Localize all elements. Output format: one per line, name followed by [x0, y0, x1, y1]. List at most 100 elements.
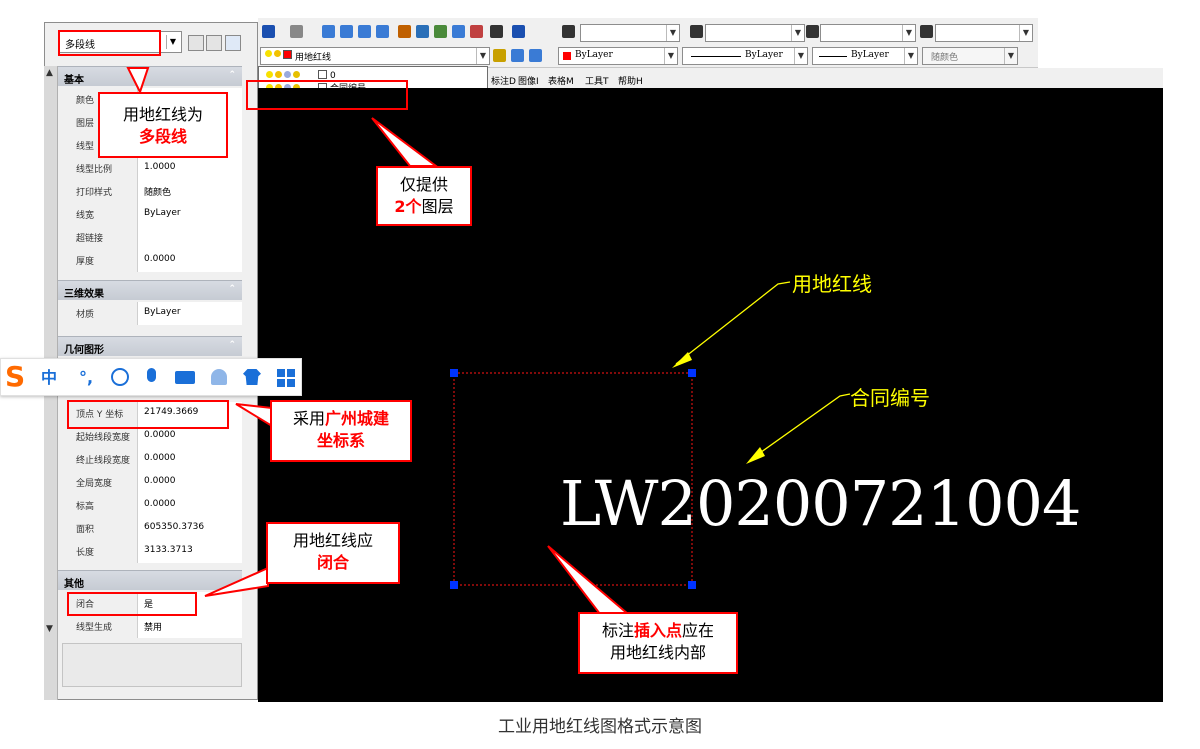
property-value[interactable]: 1.0000	[138, 157, 242, 180]
pan-icon[interactable]	[322, 25, 335, 38]
property-value[interactable]: 0.0000	[138, 448, 242, 471]
property-row[interactable]: 线型比例 1.0000	[58, 157, 242, 180]
table-style-icon[interactable]	[806, 25, 819, 38]
select-objects-button[interactable]	[206, 35, 222, 51]
zoom-previous-icon[interactable]	[376, 25, 389, 38]
layer-thaw-icon	[274, 50, 281, 57]
layer-color-swatch[interactable]	[318, 70, 327, 79]
menu-item[interactable]: 表格M	[548, 74, 574, 87]
microphone-icon[interactable]	[147, 368, 156, 382]
section-geometry-header[interactable]: 几何图形 ⌃	[58, 336, 242, 356]
property-row[interactable]: 线宽 ByLayer	[58, 203, 242, 226]
redo-icon[interactable]	[290, 25, 303, 38]
toolbox-grid-icon[interactable]	[277, 369, 295, 387]
callout-insertion-point: 标注插入点应在 用地红线内部	[578, 612, 738, 674]
section-3d-header[interactable]: 三维效果 ⌃	[58, 280, 242, 300]
callout-text-red: 2个	[394, 197, 422, 216]
callout-text: 用地红线为	[122, 105, 203, 124]
dimstyle-dropdown[interactable]: ▼	[705, 24, 805, 42]
property-row[interactable]: 线型生成 禁用	[58, 615, 242, 638]
markup-icon[interactable]	[470, 25, 483, 38]
chevron-down-icon[interactable]: ▼	[794, 48, 807, 64]
property-value[interactable]: ByLayer	[138, 302, 242, 325]
color-dropdown[interactable]: ByLayer ▼	[558, 47, 678, 65]
section-other-header[interactable]: 其他	[58, 570, 242, 590]
property-value[interactable]: 0.0000	[138, 471, 242, 494]
property-value[interactable]: 禁用	[138, 615, 242, 638]
property-row[interactable]: 面积 605350.3736	[58, 517, 242, 540]
tool-palette-icon[interactable]	[434, 25, 447, 38]
chevron-down-icon[interactable]: ▼	[476, 48, 489, 64]
help-icon[interactable]	[512, 25, 525, 38]
dim-style-icon[interactable]	[690, 25, 703, 38]
zoom-realtime-icon[interactable]	[340, 25, 353, 38]
quick-select-button[interactable]	[225, 35, 241, 51]
user-icon[interactable]	[211, 369, 227, 385]
property-value[interactable]: 随颜色	[138, 180, 242, 203]
chevron-down-icon[interactable]: ▼	[664, 48, 677, 64]
skin-shirt-icon[interactable]	[243, 369, 261, 385]
tablestyle-dropdown[interactable]: ▼	[820, 24, 916, 42]
layer-dropdown[interactable]: 用地红线 ▼	[260, 47, 490, 65]
property-name: 面积	[58, 517, 138, 540]
menu-item[interactable]: 标注D	[491, 74, 516, 87]
chevron-down-icon[interactable]: ▼	[1019, 25, 1032, 41]
property-value[interactable]: 0.0000	[138, 249, 242, 272]
ime-mode-toggle[interactable]: 中	[41, 359, 57, 397]
property-row[interactable]: 材质 ByLayer	[58, 302, 242, 325]
property-row[interactable]: 打印样式 随颜色	[58, 180, 242, 203]
textstyle-dropdown[interactable]: ▼	[580, 24, 680, 42]
property-row[interactable]: 全局宽度 0.0000	[58, 471, 242, 494]
keyboard-icon[interactable]	[175, 371, 195, 384]
chevron-down-icon[interactable]: ▼	[791, 25, 804, 41]
ime-punct-toggle[interactable]: °,	[79, 359, 93, 397]
lineweight-dropdown[interactable]: ByLayer ▼	[812, 47, 918, 65]
property-row[interactable]: 终止线段宽度 0.0000	[58, 448, 242, 471]
undo-icon[interactable]	[262, 25, 275, 38]
property-value[interactable]: 605350.3736	[138, 517, 242, 540]
scroll-up-icon[interactable]: ▲	[46, 68, 53, 78]
linetype-dropdown[interactable]: ByLayer ▼	[682, 47, 808, 65]
callout-text-red: 坐标系	[316, 431, 365, 450]
collapse-icon[interactable]: ⌃	[228, 284, 236, 294]
sogou-logo-icon[interactable]: S	[5, 361, 25, 393]
property-value[interactable]: 0.0000	[138, 494, 242, 517]
menu-item[interactable]: 图像I	[518, 74, 539, 87]
layer-state-icon[interactable]	[529, 49, 542, 62]
chevron-down-icon[interactable]: ▼	[902, 25, 915, 41]
property-row[interactable]: 标高 0.0000	[58, 494, 242, 517]
section-basic-title: 基本	[64, 75, 84, 86]
line-sample	[819, 56, 847, 57]
property-value[interactable]	[138, 226, 242, 249]
callout-text-red: 多段线	[138, 127, 187, 146]
mleaderstyle-dropdown[interactable]: ▼	[935, 24, 1033, 42]
collapse-icon[interactable]: ⌃	[228, 70, 236, 80]
properties-icon[interactable]	[398, 25, 411, 38]
property-value[interactable]: 3133.3713	[138, 540, 242, 563]
scroll-down-icon[interactable]: ▼	[46, 624, 53, 634]
plotstyle-dropdown[interactable]: 随颜色 ▼	[922, 47, 1018, 65]
mleader-style-icon[interactable]	[920, 25, 933, 38]
text-style-icon[interactable]	[562, 25, 575, 38]
layer-properties-icon[interactable]	[493, 49, 506, 62]
toggle-pickadd-button[interactable]	[188, 35, 204, 51]
property-row[interactable]: 长度 3133.3713	[58, 540, 242, 563]
property-row[interactable]: 超链接	[58, 226, 242, 249]
section-basic-header[interactable]: 基本 ⌃	[58, 66, 242, 86]
sheet-set-icon[interactable]	[452, 25, 465, 38]
zoom-window-icon[interactable]	[358, 25, 371, 38]
chevron-down-icon[interactable]: ▼	[166, 35, 179, 49]
chevron-down-icon[interactable]: ▼	[666, 25, 679, 41]
menu-item[interactable]: 工具T	[585, 74, 609, 87]
calculator-icon[interactable]	[490, 25, 503, 38]
contract-number-text[interactable]: LW20200721004	[560, 464, 1081, 544]
menu-item[interactable]: 帮助H	[618, 74, 643, 87]
collapse-icon[interactable]: ⌃	[228, 340, 236, 350]
emoji-icon[interactable]	[111, 368, 129, 386]
layer-previous-icon[interactable]	[511, 49, 524, 62]
property-value[interactable]: ByLayer	[138, 203, 242, 226]
property-row[interactable]: 厚度 0.0000	[58, 249, 242, 272]
chevron-down-icon[interactable]: ▼	[1004, 48, 1017, 64]
design-center-icon[interactable]	[416, 25, 429, 38]
chevron-down-icon[interactable]: ▼	[904, 48, 917, 64]
